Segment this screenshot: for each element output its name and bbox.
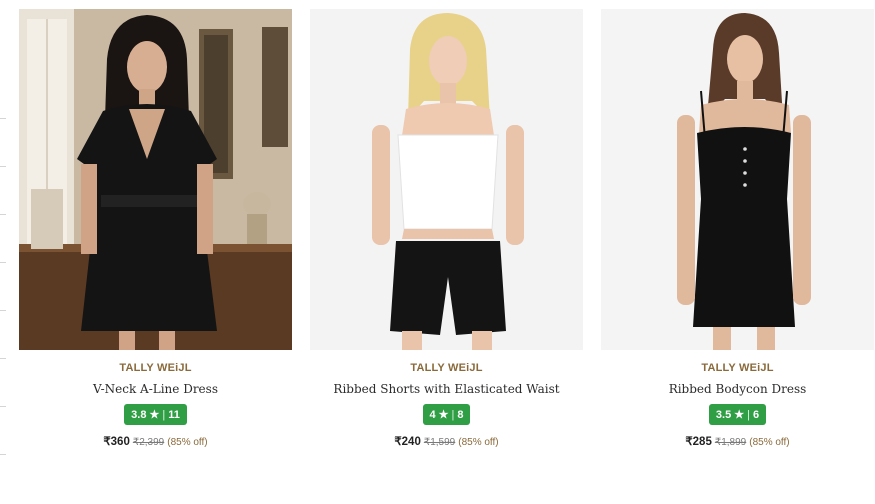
woman-black-wrap-dress-image xyxy=(19,9,292,350)
left-scroll-ticks xyxy=(0,0,8,504)
discount-label: (85% off) xyxy=(167,437,208,448)
rating-badge[interactable]: 4 ★ | 8 xyxy=(422,404,471,425)
product-card[interactable]: TALLY WEiJL Ribbed Shorts with Elasticat… xyxy=(310,9,583,448)
product-brand: TALLY WEiJL xyxy=(701,362,774,374)
discount-label: (85% off) xyxy=(749,437,790,448)
rating-value: 3.8 xyxy=(131,408,147,421)
product-name[interactable]: V-Neck A-Line Dress xyxy=(93,382,218,396)
rating-value: 3.5 xyxy=(715,408,732,421)
woman-black-bodycon-dress-image xyxy=(601,9,874,350)
discount-label: (85% off) xyxy=(458,437,499,448)
rating-value: 4 xyxy=(429,408,436,421)
product-image[interactable] xyxy=(19,9,292,350)
selling-price: ₹240 xyxy=(394,436,421,448)
review-count: 11 xyxy=(168,408,180,421)
rating-badge[interactable]: 3.8 ★ | 11 xyxy=(124,404,187,425)
price-row: ₹240 ₹1,599 (85% off) xyxy=(394,434,498,448)
original-price: ₹1,899 xyxy=(714,437,747,448)
review-count: 6 xyxy=(752,408,760,421)
price-row: ₹360 ₹2,399 (85% off) xyxy=(103,434,207,448)
product-grid: TALLY WEiJL V-Neck A-Line Dress 3.8 ★ | … xyxy=(19,9,874,448)
product-brand: TALLY WEiJL xyxy=(119,362,192,374)
star-icon: ★ xyxy=(734,409,745,421)
product-image[interactable] xyxy=(601,9,874,350)
product-image[interactable] xyxy=(310,9,583,350)
product-name[interactable]: Ribbed Shorts with Elasticated Waist xyxy=(333,382,559,396)
review-count: 8 xyxy=(457,408,464,421)
original-price: ₹2,399 xyxy=(132,437,165,448)
product-card[interactable]: TALLY WEiJL V-Neck A-Line Dress 3.8 ★ | … xyxy=(19,9,292,448)
price-row: ₹285 ₹1,899 (85% off) xyxy=(685,434,789,448)
product-name[interactable]: Ribbed Bodycon Dress xyxy=(669,382,807,396)
selling-price: ₹285 xyxy=(685,436,712,448)
rating-separator: | xyxy=(162,408,166,421)
rating-separator: | xyxy=(747,408,750,421)
star-icon: ★ xyxy=(438,409,449,421)
rating-separator: | xyxy=(451,408,455,421)
woman-white-top-black-shorts-image xyxy=(310,9,583,350)
selling-price: ₹360 xyxy=(103,436,130,448)
product-brand: TALLY WEiJL xyxy=(410,362,483,374)
product-card[interactable]: TALLY WEiJL Ribbed Bodycon Dress 3.5 ★ |… xyxy=(601,9,874,448)
star-icon: ★ xyxy=(149,409,160,421)
original-price: ₹1,599 xyxy=(423,437,456,448)
rating-badge[interactable]: 3.5 ★ | 6 xyxy=(708,404,767,425)
